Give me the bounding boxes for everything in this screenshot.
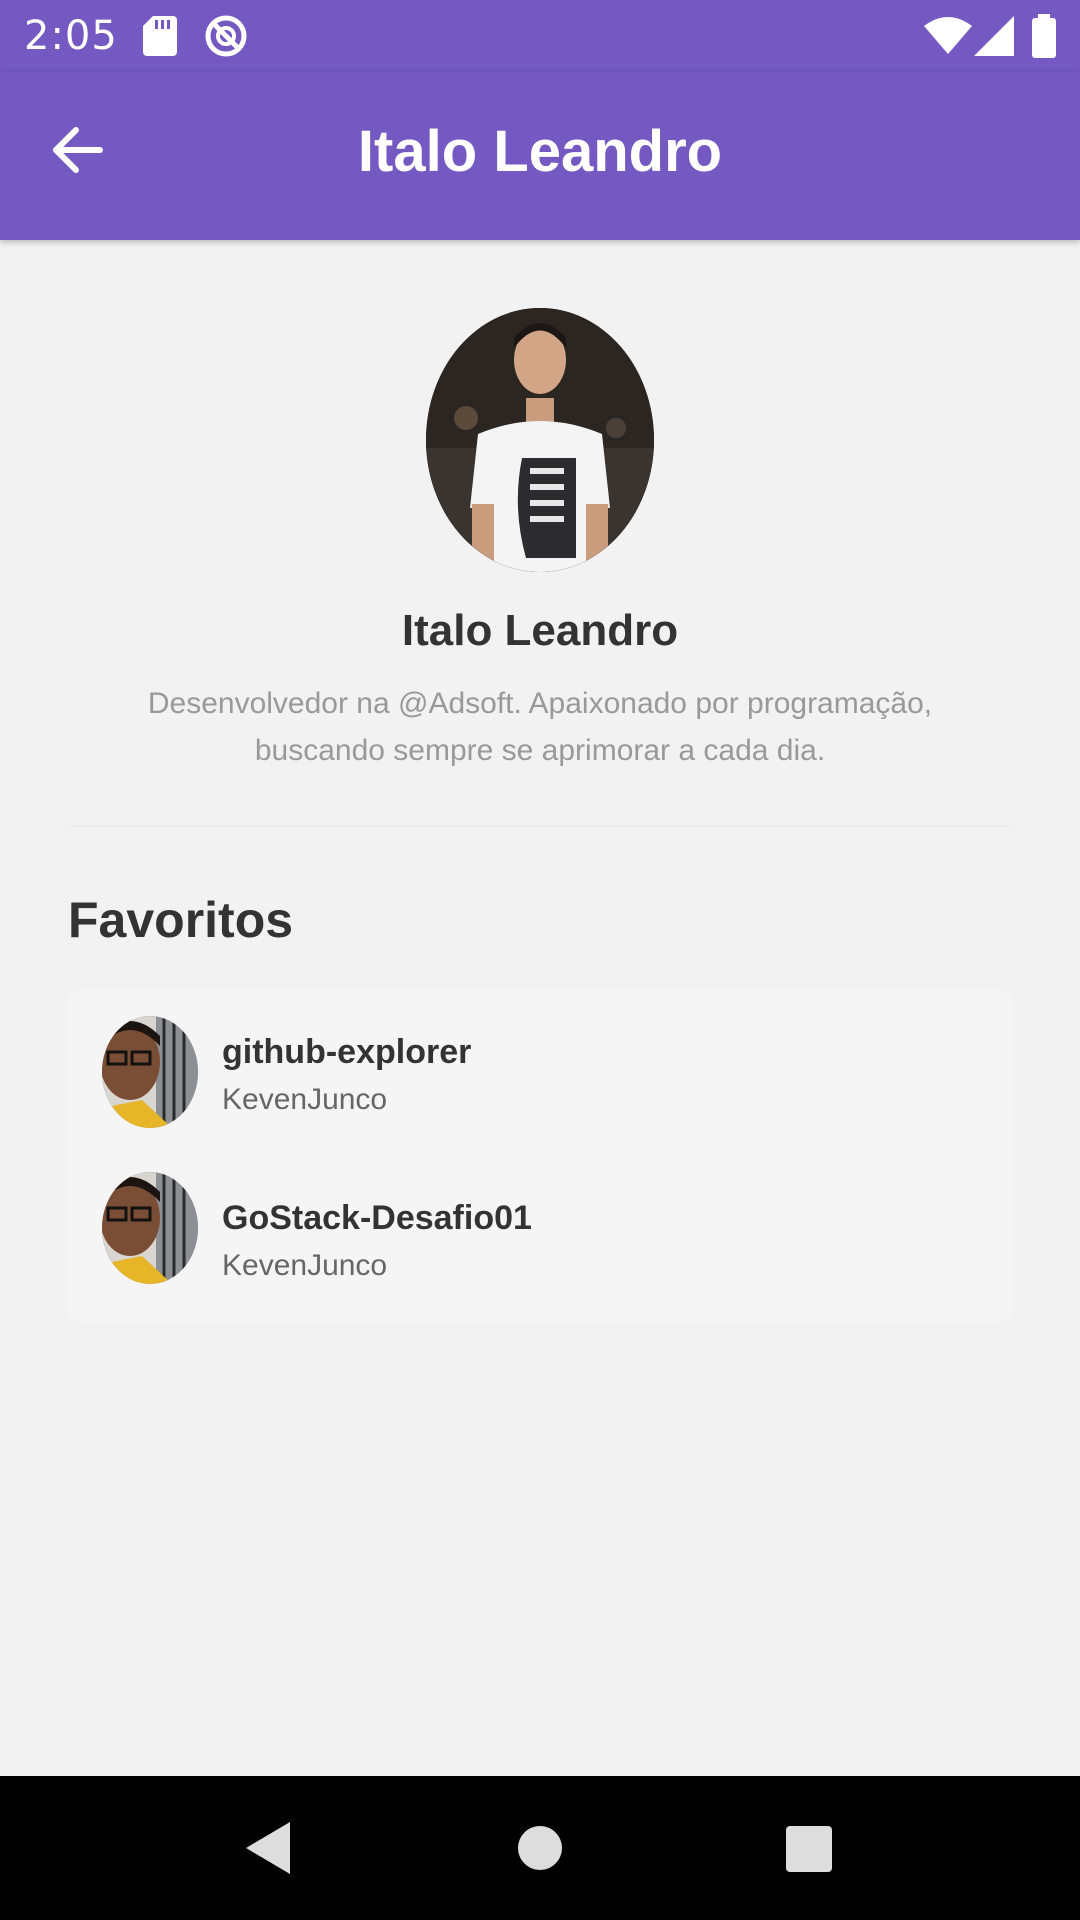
nav-home-icon[interactable] — [518, 1826, 562, 1870]
nav-back-icon[interactable] — [244, 1820, 292, 1876]
cell-signal-icon — [974, 16, 1014, 56]
profile-name: Italo Leandro — [401, 606, 679, 655]
system-nav-bar — [0, 1776, 1080, 1920]
app-bar-title: Italo Leandro — [357, 119, 723, 184]
sync-disabled-icon — [205, 15, 247, 57]
sd-card-icon — [143, 16, 177, 56]
app-bar: Italo Leandro — [0, 72, 1080, 240]
list-item[interactable]: github-explorer KevenJunco — [68, 990, 1012, 1156]
profile-avatar — [426, 308, 654, 572]
wifi-icon — [924, 17, 972, 54]
favorites-list: github-explorer KevenJunco GoStack-Desaf… — [68, 990, 1012, 1322]
repo-owner: KevenJunco — [222, 1249, 388, 1282]
repo-title: github-explorer — [222, 1033, 472, 1071]
list-item[interactable]: GoStack-Desafio01 KevenJunco — [68, 1156, 1012, 1322]
repo-title: GoStack-Desafio01 — [222, 1199, 532, 1237]
battery-icon — [1032, 14, 1056, 58]
status-time: 2:05 — [24, 13, 118, 59]
profile-bio: Desenvolvedor na @Adsoft. Apaixonado por… — [147, 687, 933, 767]
avatar — [102, 1172, 198, 1284]
divider — [68, 825, 1012, 827]
favorites-title: Favoritos — [68, 892, 294, 948]
avatar — [102, 1016, 198, 1128]
repo-owner: KevenJunco — [222, 1083, 388, 1116]
status-bar: 2:05 — [0, 0, 1080, 72]
nav-recents-icon[interactable] — [786, 1826, 832, 1872]
